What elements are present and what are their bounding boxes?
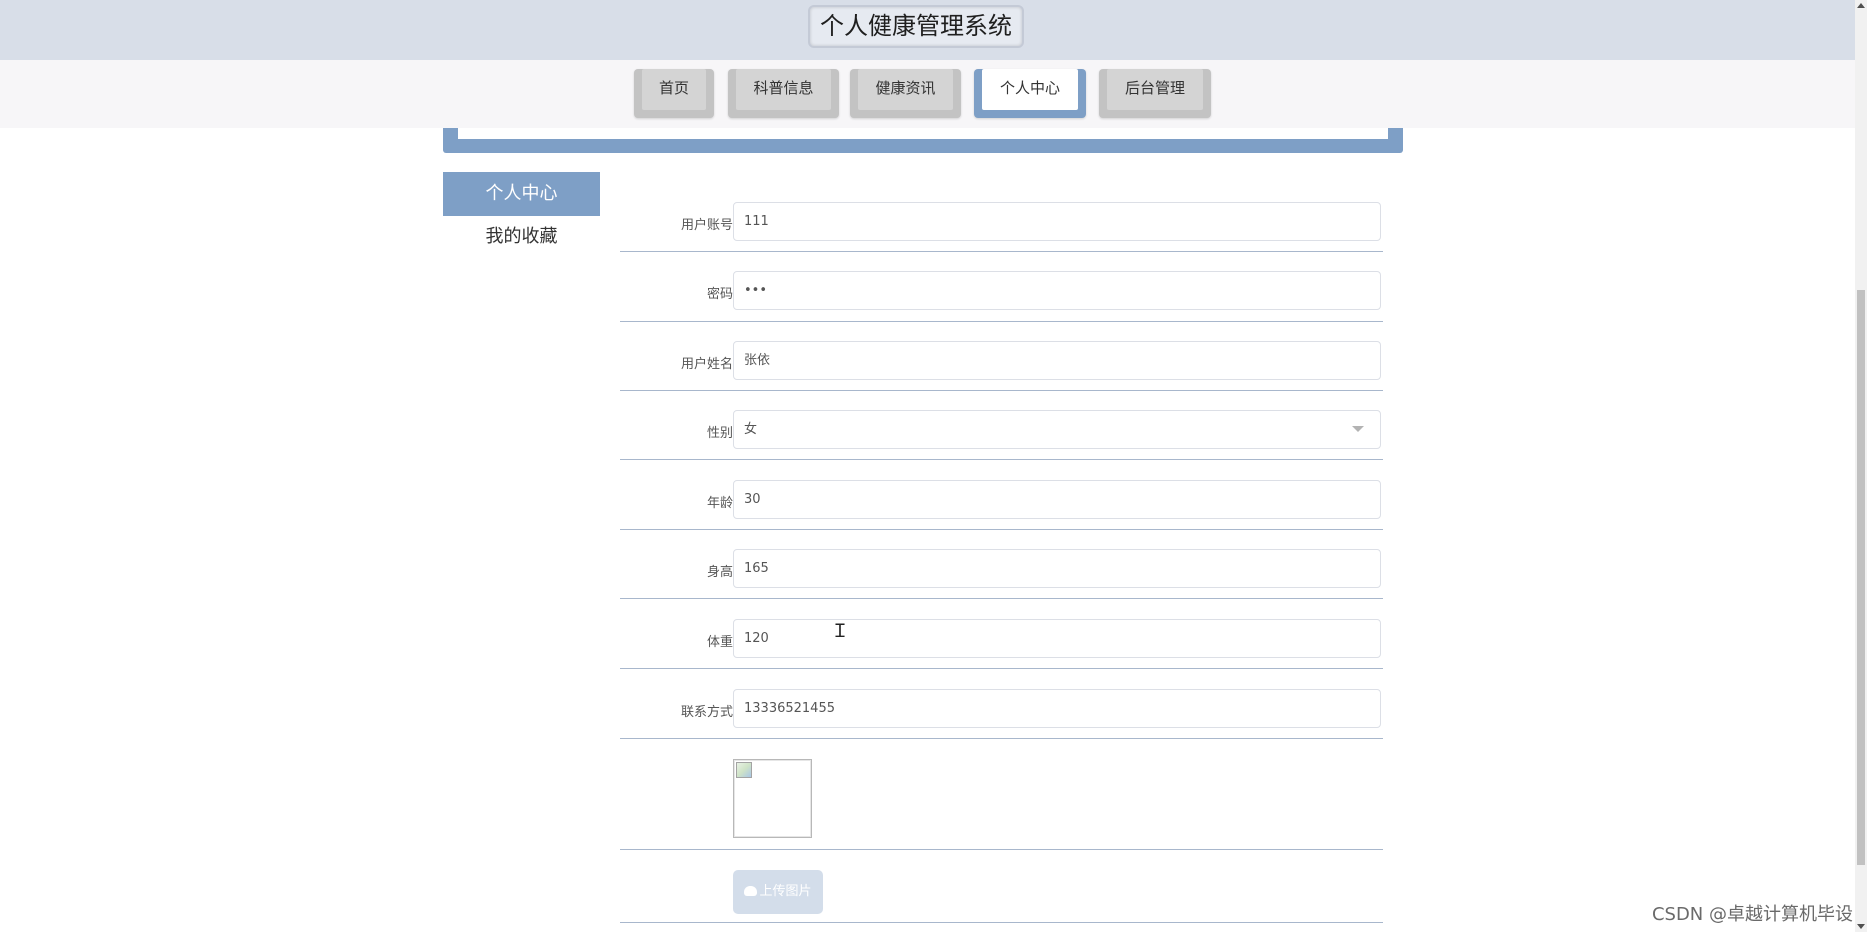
avatar-image — [733, 759, 812, 838]
age-label: 年龄 — [706, 496, 733, 511]
nav-tab-health-news[interactable]: 健康资讯 — [850, 69, 961, 118]
form-row-height: 身高 — [620, 549, 1383, 599]
nav-tab-label: 健康资讯 — [858, 69, 953, 110]
nav-tab-label: 首页 — [642, 69, 706, 110]
nav-tab-personal-center[interactable]: 个人中心 — [974, 69, 1086, 118]
nav-tab-admin[interactable]: 后台管理 — [1099, 69, 1211, 118]
height-label: 身高 — [706, 565, 733, 580]
nav-tab-label: 科普信息 — [736, 69, 831, 110]
name-input[interactable] — [733, 341, 1381, 380]
account-label: 用户账号 — [680, 218, 733, 233]
text-cursor-icon: Ｉ — [831, 621, 849, 642]
site-title: 个人健康管理系统 — [808, 5, 1024, 48]
form-row-name: 用户姓名 — [620, 341, 1383, 391]
gender-value: 女 — [744, 422, 758, 437]
form-row-password: 密码 — [620, 271, 1383, 322]
form-row-avatar — [620, 743, 1383, 850]
form-row-gender: 性别 女 — [620, 410, 1383, 460]
nav-tab-label: 个人中心 — [982, 69, 1078, 110]
contact-label: 联系方式 — [680, 705, 733, 720]
form-row-age: 年龄 — [620, 480, 1383, 530]
nav-tab-science[interactable]: 科普信息 — [728, 69, 839, 118]
nav-tab-home[interactable]: 首页 — [634, 69, 714, 118]
cloud-upload-icon — [744, 886, 758, 896]
age-input[interactable] — [733, 480, 1381, 519]
gender-label: 性别 — [706, 426, 733, 441]
height-input[interactable] — [733, 549, 1381, 588]
sidebar-item-favorites[interactable]: 我的收藏 — [443, 216, 600, 258]
upload-button-label: 上传图片 — [759, 884, 812, 899]
scroll-up-icon[interactable] — [1857, 3, 1865, 8]
chevron-down-icon — [1352, 426, 1364, 432]
banner-frame — [443, 128, 1403, 153]
form-row-contact: 联系方式 — [620, 689, 1383, 739]
watermark: CSDN @卓越计算机毕设 — [1651, 904, 1853, 925]
nav-tab-label: 后台管理 — [1107, 69, 1203, 110]
weight-label: 体重 — [706, 635, 733, 650]
form-row-upload: 上传图片 — [620, 855, 1383, 923]
upload-image-button[interactable]: 上传图片 — [733, 870, 823, 914]
account-input[interactable] — [733, 202, 1381, 241]
page-scrollbar[interactable] — [1855, 0, 1867, 932]
gender-select[interactable]: 女 — [733, 410, 1381, 449]
banner-inner — [458, 128, 1388, 139]
broken-image-icon — [736, 762, 752, 778]
form-row-weight: 体重 — [620, 619, 1383, 669]
scrollbar-thumb[interactable] — [1857, 290, 1865, 865]
scroll-down-icon[interactable] — [1857, 924, 1865, 929]
page: 个人健康管理系统 首页 科普信息 健康资讯 个人中心 后台管理 个人中心 我的收… — [0, 0, 1867, 932]
form-row-account: 用户账号 — [620, 202, 1383, 252]
sidebar-item-personal-center[interactable]: 个人中心 — [443, 172, 600, 216]
header-bar: 个人健康管理系统 — [0, 0, 1855, 60]
contact-input[interactable] — [733, 689, 1381, 728]
name-label: 用户姓名 — [680, 357, 733, 372]
password-input[interactable] — [733, 271, 1381, 310]
password-label: 密码 — [706, 287, 733, 302]
